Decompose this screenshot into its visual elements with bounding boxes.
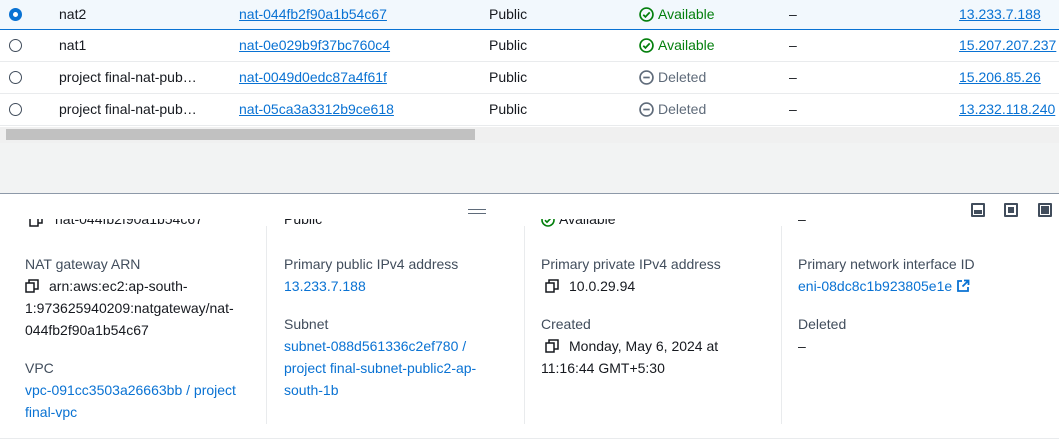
column-divider — [266, 226, 267, 424]
state-cell: Available — [639, 0, 715, 31]
deleted-label: Deleted — [798, 316, 847, 332]
deleted-value: – — [798, 338, 806, 354]
nat-id-link[interactable]: nat-044fb2f90a1b54c67 — [239, 0, 387, 31]
state-text: Available — [658, 6, 715, 22]
row-select-radio[interactable] — [9, 103, 22, 116]
public-ip-link[interactable]: 13.233.7.188 — [959, 0, 1041, 31]
connectivity-type-cell: Public — [489, 101, 528, 117]
state-cell: Available — [639, 31, 715, 62]
clipped-dash: – — [798, 219, 806, 227]
check-circle-icon — [639, 38, 654, 53]
clipped-nat-id: nat-044fb2f90a1b54c67 — [29, 219, 203, 228]
nat-name-cell: project final-nat-pub… — [59, 69, 197, 85]
public-ip-label: Primary public IPv4 address — [284, 256, 459, 272]
table-footer-gap — [0, 143, 1059, 193]
copy-icon[interactable] — [545, 279, 559, 293]
row-select-radio[interactable] — [9, 39, 22, 52]
minus-circle-icon — [639, 70, 654, 85]
minus-circle-icon — [639, 102, 654, 117]
row-select-radio[interactable] — [9, 71, 22, 84]
table-row[interactable]: project final-nat-pub… nat-0049d0edc87a4f… — [0, 63, 1059, 94]
copy-icon — [29, 219, 43, 228]
row-select-radio[interactable] — [9, 8, 22, 21]
created-label: Created — [541, 316, 591, 332]
resize-handle-icon[interactable] — [468, 209, 486, 214]
state-text: Deleted — [658, 69, 707, 85]
table-row[interactable]: project final-nat-pub… nat-05ca3a3312b9ce… — [0, 95, 1059, 126]
public-ip-link[interactable]: 15.206.85.26 — [959, 63, 1041, 94]
private-ip-label: Primary private IPv4 address — [541, 256, 721, 272]
nat-arn-value: arn:aws:ec2:ap-south- 1:973625940209:nat… — [25, 278, 234, 338]
nat-name-cell: nat2 — [59, 6, 87, 22]
state-message-cell: – — [789, 101, 797, 117]
nat-name-cell: nat1 — [59, 37, 87, 53]
connectivity-type-cell: Public — [489, 6, 528, 22]
bottom-panel-layout-icon[interactable] — [971, 203, 985, 217]
side-panel-layout-icon[interactable] — [1004, 203, 1018, 217]
external-link-icon[interactable] — [956, 279, 970, 293]
state-message-cell: – — [789, 37, 797, 53]
column-divider — [524, 226, 525, 424]
state-text: Deleted — [658, 101, 707, 117]
connectivity-type-cell: Public — [489, 37, 528, 53]
nat-id-link[interactable]: nat-05ca3a3312b9ce618 — [239, 95, 394, 126]
private-ip-value: 10.0.29.94 — [545, 275, 635, 297]
state-cell: Deleted — [639, 95, 706, 126]
created-value: Monday, May 6, 2024 at 11:16:44 GMT+5:30 — [541, 338, 719, 376]
nat-name-cell: project final-nat-pub… — [59, 101, 197, 117]
nat-arn-label: NAT gateway ARN — [25, 256, 141, 272]
public-ip-link[interactable]: 13.232.118.240 — [959, 95, 1055, 126]
nat-id-link[interactable]: nat-0e029b9f37bc760c4 — [239, 31, 390, 62]
state-text: Available — [658, 37, 715, 53]
copy-icon[interactable] — [25, 279, 39, 293]
table-row[interactable]: nat1 nat-0e029b9f37bc760c4 Public Available… — [0, 31, 1059, 62]
subnet-label: Subnet — [284, 316, 329, 332]
connectivity-type-cell: Public — [489, 69, 528, 85]
state-cell: Deleted — [639, 63, 706, 94]
check-circle-icon — [541, 219, 555, 228]
vpc-label: VPC — [25, 360, 54, 376]
column-divider — [781, 226, 782, 424]
vpc-link[interactable]: vpc-091cc3503a26663bb / project final-vp… — [25, 379, 236, 423]
horizontal-scrollbar-thumb[interactable] — [6, 129, 475, 140]
copy-icon[interactable] — [545, 339, 559, 353]
nat-id-link[interactable]: nat-0049d0edc87a4f61f — [239, 63, 387, 94]
panel-bottom-border — [0, 438, 1059, 439]
table-row[interactable]: nat2 nat-044fb2f90a1b54c67 Public Available… — [0, 0, 1059, 30]
eni-label: Primary network interface ID — [798, 256, 975, 272]
clipped-state: Available — [541, 219, 616, 228]
nat-gateways-table: nat2 nat-044fb2f90a1b54c67 Public Available… — [0, 0, 1059, 127]
subnet-link[interactable]: subnet-088d561336c2ef780 / project final… — [284, 335, 476, 401]
state-message-cell: – — [789, 6, 797, 22]
details-scrolled-row: nat-044fb2f90a1b54c67 Public Available – — [0, 219, 1059, 235]
eni-value: eni-08dc8c1b923805e1e — [798, 275, 970, 297]
state-message-cell: – — [789, 69, 797, 85]
eni-link[interactable]: eni-08dc8c1b923805e1e — [798, 278, 952, 294]
check-circle-icon — [639, 7, 654, 22]
clipped-connectivity: Public — [284, 219, 323, 227]
full-panel-layout-icon[interactable] — [1038, 203, 1052, 217]
public-ip-link[interactable]: 15.207.207.237 — [959, 31, 1056, 62]
public-ip-link[interactable]: 13.233.7.188 — [284, 275, 366, 297]
